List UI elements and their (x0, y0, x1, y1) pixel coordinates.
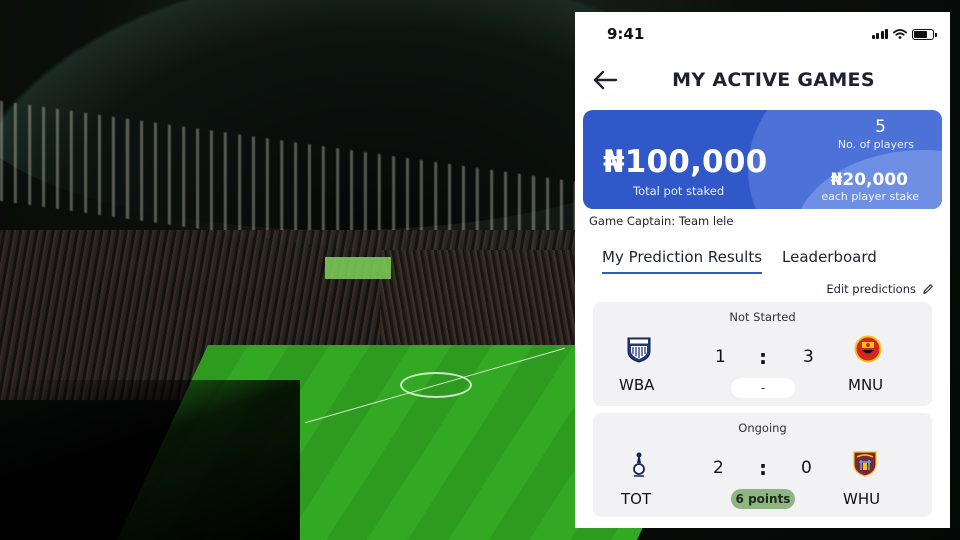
tab-my-prediction-results[interactable]: My Prediction Results (602, 248, 763, 274)
stands-right (380, 250, 600, 360)
match-card[interactable]: Not Started WBA 1 : 3 MNU - (593, 302, 932, 406)
away-team-name: WHU (843, 490, 881, 508)
pencil-icon (923, 284, 933, 295)
cellular-signal-icon (871, 29, 888, 39)
west-ham-crest-icon (853, 451, 877, 477)
score-separator: : (759, 345, 767, 369)
player-stake-amount: ₦20,000 (830, 170, 908, 190)
stadium-screen (325, 257, 391, 279)
tab-leaderboard[interactable]: Leaderboard (782, 248, 877, 274)
players-count: 5 (875, 117, 886, 137)
prediction-points-badge: 6 points (731, 489, 795, 509)
home-score: 2 (713, 458, 724, 478)
page-title: MY ACTIVE GAMES (672, 69, 875, 91)
results-tabs: My Prediction Results Leaderboard (602, 248, 950, 274)
crowd-foreground (0, 380, 300, 540)
match-status: Not Started (729, 310, 796, 324)
player-stake-label: each player stake (821, 190, 919, 203)
match-status: Ongoing (738, 421, 787, 435)
man-utd-crest-icon (854, 335, 882, 363)
battery-icon (912, 28, 937, 40)
score-separator: : (759, 456, 767, 480)
home-team-name: WBA (619, 376, 655, 394)
home-score: 1 (715, 347, 726, 367)
pot-summary-card: ₦100,000 Total pot staked 5 No. of playe… (583, 110, 942, 209)
mobile-app-screen: 9:41 MY ACTIVE GAMES ₦100,000 Total pot … (575, 12, 950, 528)
match-card[interactable]: Ongoing TOT 2 : 0 WHU 6 points (593, 413, 932, 517)
total-pot-label: Total pot staked (633, 184, 725, 198)
away-score: 0 (801, 458, 812, 478)
prediction-result-badge: - (731, 378, 795, 398)
wba-crest-icon (627, 337, 651, 363)
header: MY ACTIVE GAMES (575, 56, 950, 104)
game-captain: Game Captain: Team lele (589, 214, 734, 228)
edit-predictions-label: Edit predictions (826, 282, 916, 296)
away-team-name: MNU (848, 376, 884, 394)
players-label: No. of players (837, 138, 914, 151)
status-time: 9:41 (607, 25, 645, 43)
home-team-name: TOT (621, 490, 652, 508)
status-bar: 9:41 (575, 12, 950, 56)
wifi-icon (893, 29, 907, 39)
total-pot-amount: ₦100,000 (603, 144, 768, 180)
back-arrow-icon[interactable] (591, 66, 619, 94)
status-icons (871, 28, 937, 40)
edit-predictions-button[interactable]: Edit predictions (575, 282, 934, 296)
away-score: 3 (803, 347, 814, 367)
tottenham-crest-icon (633, 452, 645, 477)
